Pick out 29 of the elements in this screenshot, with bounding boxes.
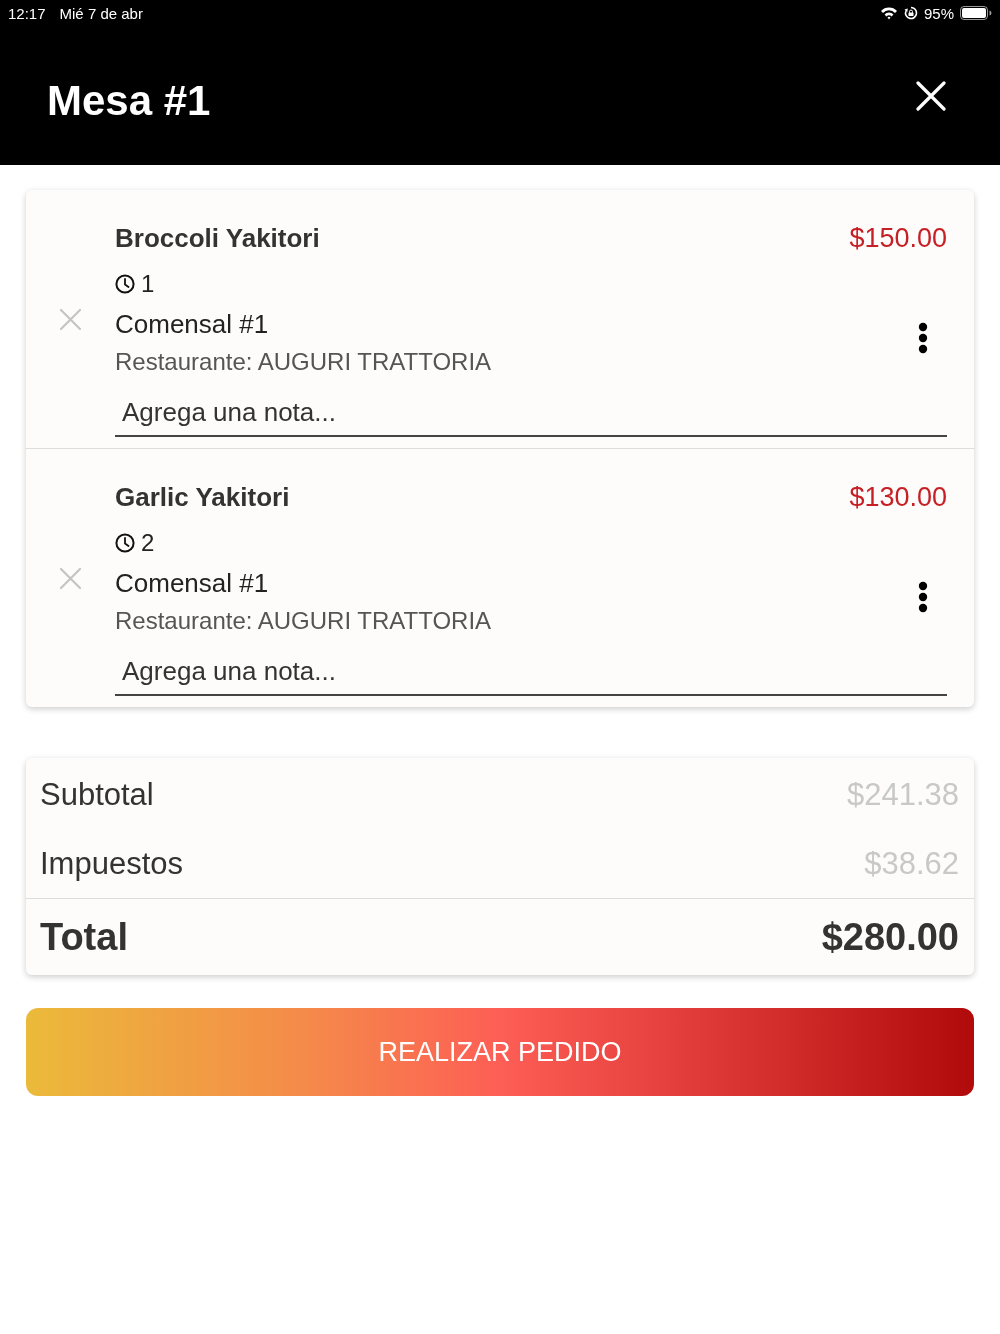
clock-icon [115, 533, 135, 553]
note-field[interactable]: Agrega una nota... [115, 648, 947, 696]
page-title: Mesa #1 [47, 75, 211, 125]
more-icon[interactable] [918, 581, 928, 613]
item-name: Broccoli Yakitori [115, 222, 320, 254]
total-value: $280.00 [821, 915, 959, 959]
summary-label: Subtotal [40, 777, 154, 813]
status-time: 12:17 [8, 4, 46, 22]
total-label: Total [40, 915, 128, 959]
time-count: 1 [141, 270, 155, 298]
restaurant-label: Restaurante: AUGURI TRATTORIA [115, 606, 492, 636]
close-icon[interactable] [916, 80, 946, 111]
battery-percentage: 95% [923, 4, 954, 22]
time-count: 2 [141, 529, 155, 557]
rotation-lock-icon [903, 6, 918, 20]
battery-icon [960, 6, 992, 20]
item-price: $150.00 [849, 222, 947, 254]
diner-label: Comensal #1 [115, 567, 270, 600]
more-icon[interactable] [918, 322, 928, 354]
place-order-button[interactable]: REALIZAR PEDIDO [26, 1008, 974, 1096]
status-date: Mié 7 de abr [59, 4, 143, 22]
summary-label: Impuestos [40, 846, 183, 882]
wifi-icon [879, 6, 898, 20]
clock-icon [115, 274, 135, 294]
restaurant-label: Restaurante: AUGURI TRATTORIA [115, 347, 492, 377]
item-name: Garlic Yakitori [115, 481, 290, 513]
diner-label: Comensal #1 [115, 308, 270, 341]
note-field[interactable]: Agrega una nota... [115, 389, 947, 437]
item-price: $130.00 [849, 481, 947, 513]
